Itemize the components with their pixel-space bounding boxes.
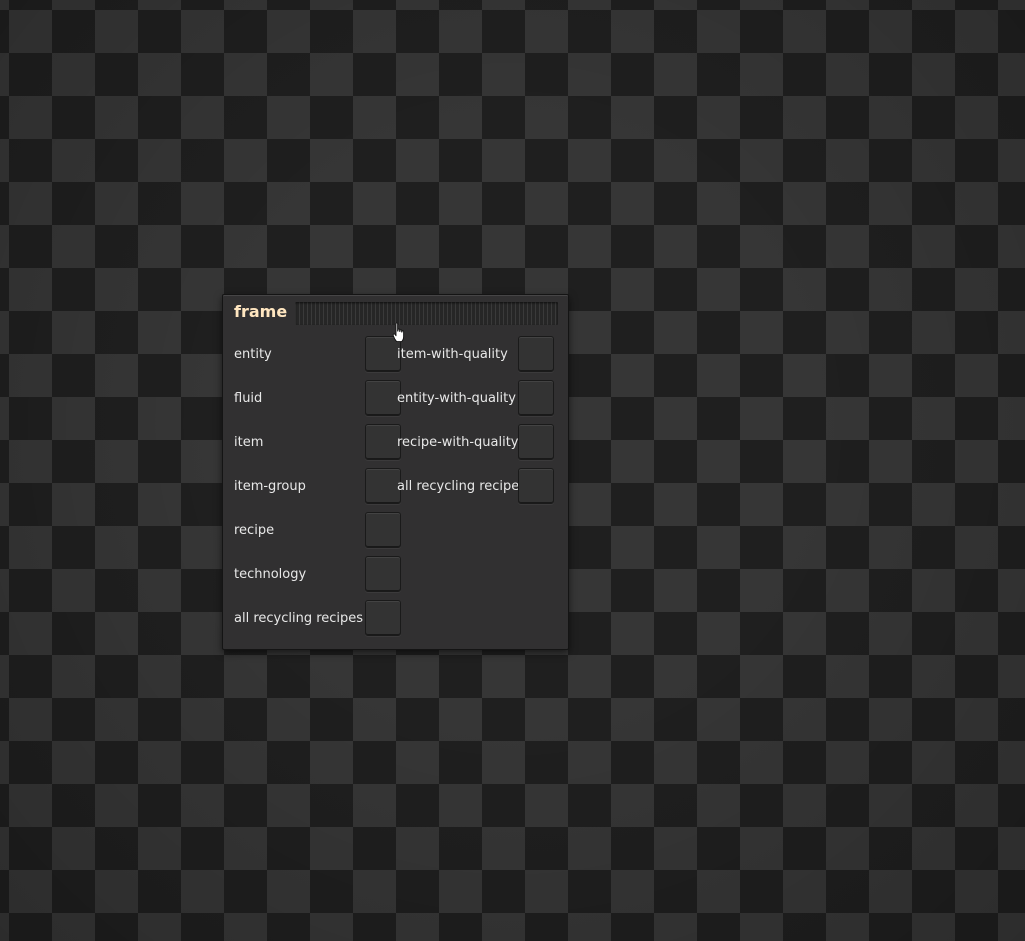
recycling-recipes-chooser-slot[interactable] [365,600,401,636]
left-row-item-group: item-group [234,468,401,506]
left-row-label: item [234,435,264,450]
left-row-fluid: fluid [234,380,401,418]
left-row-technology: technology [234,556,401,594]
right-row-label: all recycling recipes [397,479,527,494]
item-chooser-slot[interactable] [365,424,401,460]
frame-drag-handle[interactable] [295,302,558,325]
recycling-recipes-quality-chooser-slot[interactable] [518,468,554,504]
technology-chooser-slot[interactable] [365,556,401,592]
right-row-label: item-with-quality [397,347,508,362]
right-row-label: entity-with-quality [397,391,516,406]
frame-window: frame entity fluid item item-group recip… [222,294,569,650]
left-row-item: item [234,424,401,462]
left-row-label: entity [234,347,272,362]
recipe-with-quality-chooser-slot[interactable] [518,424,554,460]
right-row-all-recycling-recipes: all recycling recipes [397,468,557,506]
left-row-entity: entity [234,336,401,374]
right-row-recipe-with-quality: recipe-with-quality [397,424,557,462]
fluid-chooser-slot[interactable] [365,380,401,416]
item-group-chooser-slot[interactable] [365,468,401,504]
item-with-quality-chooser-slot[interactable] [518,336,554,372]
left-row-recipe: recipe [234,512,401,550]
right-row-item-with-quality: item-with-quality [397,336,557,374]
right-row-entity-with-quality: entity-with-quality [397,380,557,418]
entity-with-quality-chooser-slot[interactable] [518,380,554,416]
left-row-label: item-group [234,479,306,494]
frame-title: frame [234,302,288,321]
left-row-label: fluid [234,391,263,406]
recipe-chooser-slot[interactable] [365,512,401,548]
left-row-all-recycling-recipes: all recycling recipes [234,600,401,638]
left-row-label: all recycling recipes [234,611,364,626]
hand-pointer-icon [392,322,405,343]
left-row-label: technology [234,567,307,582]
left-row-label: recipe [234,523,275,538]
right-row-label: recipe-with-quality [397,435,519,450]
